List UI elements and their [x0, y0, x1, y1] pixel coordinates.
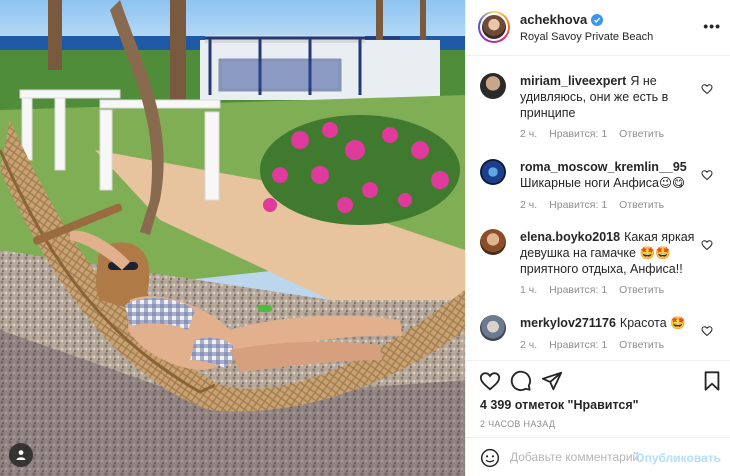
comment-time[interactable]: 2 ч.: [520, 128, 537, 140]
comment-meta: 2 ч. Нравится: 1 Ответить: [520, 199, 664, 211]
reply-button[interactable]: Ответить: [619, 128, 664, 140]
comment-bubble-icon[interactable]: [510, 370, 532, 392]
commenter-avatar[interactable]: [480, 159, 506, 185]
comment-time[interactable]: 2 ч.: [520, 199, 537, 211]
author-username-row[interactable]: achekhova: [520, 12, 604, 27]
commenter-username[interactable]: elena.boyko2018: [520, 230, 620, 244]
commenter-avatar[interactable]: [480, 229, 506, 255]
comment-body: elena.boyko2018 Какая яркая девушка на га…: [520, 229, 698, 277]
commenter-username[interactable]: roma_moscow_kremlin__95: [520, 160, 687, 174]
bookmark-icon[interactable]: [701, 370, 723, 392]
comment-text: Шикарные ноги Анфиса😉😋: [520, 176, 686, 190]
photo-illustration: [0, 0, 465, 476]
comment-heart-icon[interactable]: [701, 239, 713, 251]
author-username[interactable]: achekhova: [520, 12, 587, 27]
user-tag-icon: [16, 450, 26, 460]
comment-likes[interactable]: Нравится: 1: [549, 128, 607, 140]
heart-icon[interactable]: [479, 370, 501, 392]
comment-input[interactable]: [510, 446, 642, 468]
comment-meta: 2 ч. Нравится: 1 Ответить: [520, 128, 664, 140]
post-location[interactable]: Royal Savoy Private Beach: [520, 31, 653, 43]
comment-heart-icon[interactable]: [701, 83, 713, 95]
comment-heart-icon[interactable]: [701, 169, 713, 181]
comment-meta: 2 ч. Нравится: 1 Ответить: [520, 339, 664, 351]
comment-body: miriam_liveexpert Я не удивляюсь, они же …: [520, 73, 698, 121]
likes-count[interactable]: 4 399 отметок "Нравится": [480, 398, 639, 412]
reply-button[interactable]: Ответить: [619, 284, 664, 296]
commenter-avatar[interactable]: [480, 315, 506, 341]
post-photo[interactable]: [0, 0, 465, 476]
comment-meta: 1 ч. Нравится: 1 Ответить: [520, 284, 664, 296]
add-comment-bar: Опубликовать: [466, 437, 730, 476]
comment-time[interactable]: 1 ч.: [520, 284, 537, 296]
user-tag-button[interactable]: [9, 443, 33, 467]
comment-body: merkylov271176 Красота 🤩: [520, 315, 698, 331]
commenter-avatar[interactable]: [480, 73, 506, 99]
verified-badge-icon: [591, 13, 604, 26]
paper-plane-icon[interactable]: [541, 370, 563, 392]
commenter-username[interactable]: miriam_liveexpert: [520, 74, 626, 88]
publish-button[interactable]: Опубликовать: [635, 451, 721, 465]
commenter-username[interactable]: merkylov271176: [520, 316, 616, 330]
comments-list: miriam_liveexpert Я не удивляюсь, они же …: [466, 57, 730, 360]
author-avatar[interactable]: [478, 11, 510, 43]
post-timestamp[interactable]: 2 часов назад: [480, 419, 555, 429]
reply-button[interactable]: Ответить: [619, 339, 664, 351]
comment-body: roma_moscow_kremlin__95 Шикарные ноги Анф…: [520, 159, 698, 191]
reply-button[interactable]: Ответить: [619, 199, 664, 211]
comment-likes[interactable]: Нравится: 1: [549, 284, 607, 296]
comment-likes[interactable]: Нравится: 1: [549, 199, 607, 211]
post-side-panel: achekhova Royal Savoy Private Beach ••• …: [465, 0, 730, 476]
smiley-icon[interactable]: [480, 448, 500, 468]
comment-time[interactable]: 2 ч.: [520, 339, 537, 351]
comment-heart-icon[interactable]: [701, 325, 713, 337]
post-header: achekhova Royal Savoy Private Beach •••: [466, 0, 730, 56]
comment-likes[interactable]: Нравится: 1: [549, 339, 607, 351]
more-options-button[interactable]: •••: [703, 18, 721, 34]
comment-text: Красота 🤩: [619, 316, 686, 330]
